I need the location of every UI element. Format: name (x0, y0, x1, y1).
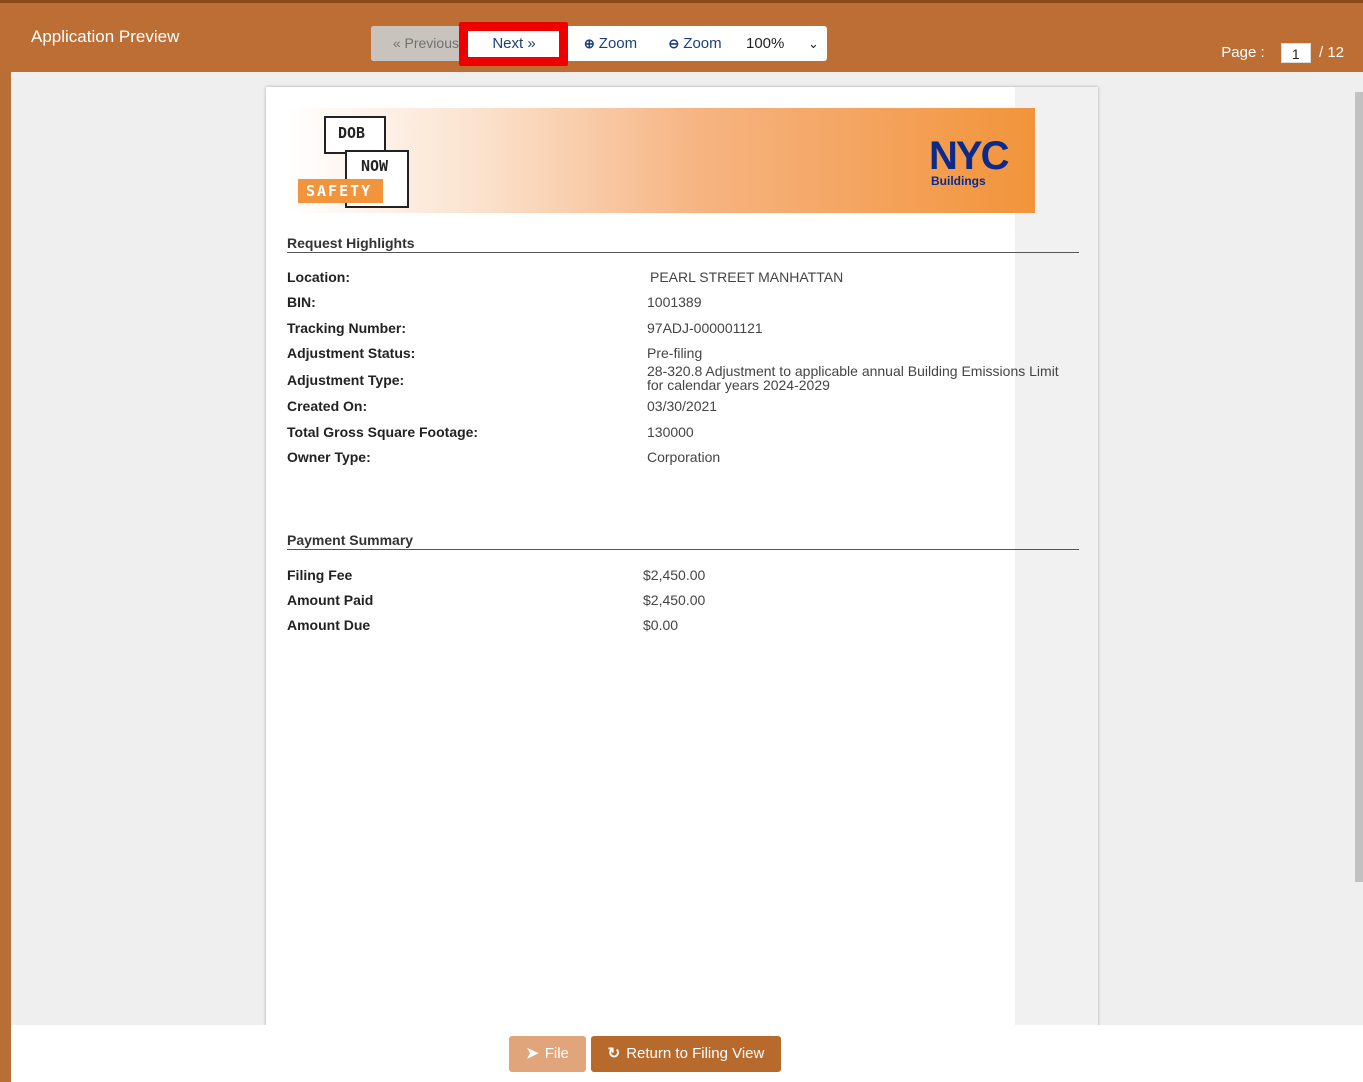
pager: Page : 1 / 12 (1221, 43, 1344, 63)
row-label: Owner Type: (287, 449, 371, 465)
page-title: Application Preview (31, 27, 180, 46)
row-value: $0.00 (643, 617, 679, 633)
row-label: Total Gross Square Footage: (287, 424, 479, 440)
page-right-margin (1015, 87, 1098, 1027)
zoom-in-button[interactable]: ⊕ Zoom (567, 26, 654, 61)
return-to-filing-view-button[interactable]: ↻ Return to Filing View (591, 1036, 781, 1072)
row-label: Amount Due (287, 617, 371, 633)
row-label: Filing Fee (287, 567, 353, 583)
zoom-out-icon: ⊖ (668, 36, 680, 51)
row-value: $2,450.00 (643, 592, 706, 608)
row-label: Amount Paid (287, 592, 374, 608)
row-value: 03/30/2021 (647, 398, 718, 414)
row-label: Created On: (287, 398, 368, 414)
zoom-in-icon: ⊕ (583, 36, 595, 51)
row-value: 97ADJ-000001121 (647, 320, 763, 336)
zoom-value: 100% (746, 35, 785, 52)
payment-summary-title: Payment Summary (287, 532, 1079, 550)
zoom-out-button[interactable]: ⊖ Zoom (654, 26, 736, 61)
viewer-scrollbar[interactable] (1355, 92, 1363, 882)
dob-logo-box: DOB (324, 116, 386, 154)
logo-nyc: NYC (929, 134, 1009, 178)
header-bar: Application Preview « Previous Next » ⊕ Z… (0, 0, 1363, 72)
chevron-down-icon: ⌄ (808, 36, 819, 51)
nyc-buildings-logo: NYC Buildings (929, 134, 1029, 190)
row-label: BIN: (287, 294, 316, 310)
return-label: Return to Filing View (626, 1045, 765, 1062)
row-value: $2,450.00 (643, 567, 706, 583)
page-number-input[interactable]: 1 (1280, 43, 1311, 63)
request-highlights-title: Request Highlights (287, 235, 1079, 253)
row-label: Tracking Number: (287, 320, 407, 336)
pager-label: Page : (1221, 43, 1265, 61)
zoom-in-label: Zoom (598, 35, 638, 52)
pdf-toolbar: « Previous Next » ⊕ Zoom ⊖ Zoom 100% ⌄ (371, 26, 827, 61)
row-label: Adjustment Type: (287, 372, 405, 388)
row-value: 130000 (647, 424, 694, 440)
row-value: 1001389 (647, 294, 702, 310)
row-label: Location: (287, 269, 350, 285)
page-content (266, 87, 1015, 1027)
next-button-highlight (459, 22, 568, 66)
header-banner: DOB NOW SAFETY NYC Buildings (287, 108, 1035, 213)
row-label: Adjustment Status: (287, 345, 416, 361)
page-total: 12 (1327, 43, 1344, 61)
send-icon: ➤ (526, 1045, 539, 1062)
footer-bar: ➤ File ↻ Return to Filing View (11, 1025, 1363, 1082)
document-viewer[interactable]: DOB NOW SAFETY NYC Buildings Request Hig… (11, 72, 1363, 1027)
file-label: File (544, 1045, 569, 1062)
previous-button[interactable]: « Previous (371, 26, 461, 61)
logo-safety: SAFETY (298, 179, 383, 203)
row-value: 28-320.8 Adjustment to applicable annual… (647, 363, 1059, 393)
row-value: Corporation (647, 449, 721, 465)
zoom-out-label: Zoom (683, 35, 722, 52)
row-value: Pre-filing (647, 345, 703, 361)
refresh-icon: ↻ (607, 1045, 621, 1062)
file-button[interactable]: ➤ File (509, 1036, 586, 1072)
logo-dob: DOB (338, 124, 366, 142)
row-value: PEARL STREET MANHATTAN (650, 269, 844, 285)
logo-buildings: Buildings (931, 174, 986, 188)
document-page: DOB NOW SAFETY NYC Buildings Request Hig… (266, 87, 1098, 1027)
zoom-select[interactable]: 100% ⌄ (736, 26, 827, 61)
pager-separator: / (1318, 43, 1324, 61)
logo-now: NOW (361, 157, 389, 175)
